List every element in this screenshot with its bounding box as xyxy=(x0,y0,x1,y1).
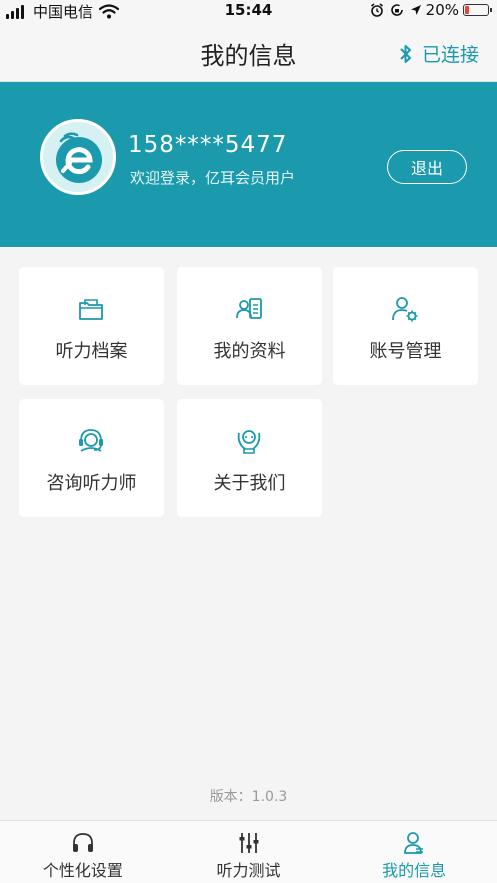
tab-label: 听力测试 xyxy=(216,861,281,880)
header-bar: 我的信息 已连接 xyxy=(0,22,497,82)
tab-hearing-test[interactable]: 听力测试 xyxy=(166,821,332,883)
profile-banner: 158****5477 欢迎登录，亿耳会员用户 退出 xyxy=(0,82,497,247)
menu-item-account-management[interactable]: 账号管理 xyxy=(333,267,478,385)
menu-item-my-profile[interactable]: 我的资料 xyxy=(177,267,322,385)
headset-support-icon xyxy=(79,429,103,452)
battery-percent: 20% xyxy=(425,1,459,19)
connection-status-label: 已连接 xyxy=(421,44,479,66)
version-text: 版本：1.0.3 xyxy=(209,789,288,805)
menu-item-about-us[interactable]: 关于我们 xyxy=(177,399,322,517)
tab-personalization[interactable]: 个性化设置 xyxy=(0,821,166,883)
menu-item-label: 咨询听力师 xyxy=(46,473,137,494)
avatar xyxy=(40,119,116,195)
profile-card-icon xyxy=(236,298,262,319)
bluetooth-icon xyxy=(400,44,411,63)
welcome-text: 欢迎登录，亿耳会员用户 xyxy=(130,169,296,187)
logout-button[interactable]: 退出 xyxy=(387,150,467,184)
rotation-lock-icon xyxy=(390,4,403,16)
tab-label: 我的信息 xyxy=(382,861,447,880)
app-logo-icon xyxy=(56,132,102,183)
about-us-icon xyxy=(237,430,261,454)
menu-item-label: 关于我们 xyxy=(213,473,286,494)
headphones-icon xyxy=(72,833,93,852)
folder-icon xyxy=(79,299,103,320)
user-phone: 158****5477 xyxy=(128,132,288,158)
menu-item-hearing-records[interactable]: 听力档案 xyxy=(19,267,164,385)
battery-icon xyxy=(463,4,492,16)
equalizer-icon xyxy=(239,833,258,853)
user-icon xyxy=(404,832,424,854)
tab-my-info[interactable]: 我的信息 xyxy=(331,821,497,883)
menu-item-label: 听力档案 xyxy=(55,341,128,362)
menu-item-label: 账号管理 xyxy=(369,341,442,362)
tab-bar: 个性化设置 听力测试 我的信息 xyxy=(0,820,497,883)
location-icon xyxy=(410,5,421,15)
menu-item-consult-audiologist[interactable]: 咨询听力师 xyxy=(19,399,164,517)
alarm-icon xyxy=(370,3,383,17)
tab-label: 个性化设置 xyxy=(42,861,123,880)
bluetooth-status[interactable]: 已连接 xyxy=(400,40,479,67)
status-right: 20% xyxy=(370,1,492,19)
status-bar: 中国电信 15:44 20% xyxy=(0,0,497,22)
user-settings-icon xyxy=(392,297,418,322)
menu-item-label: 我的资料 xyxy=(213,341,286,362)
